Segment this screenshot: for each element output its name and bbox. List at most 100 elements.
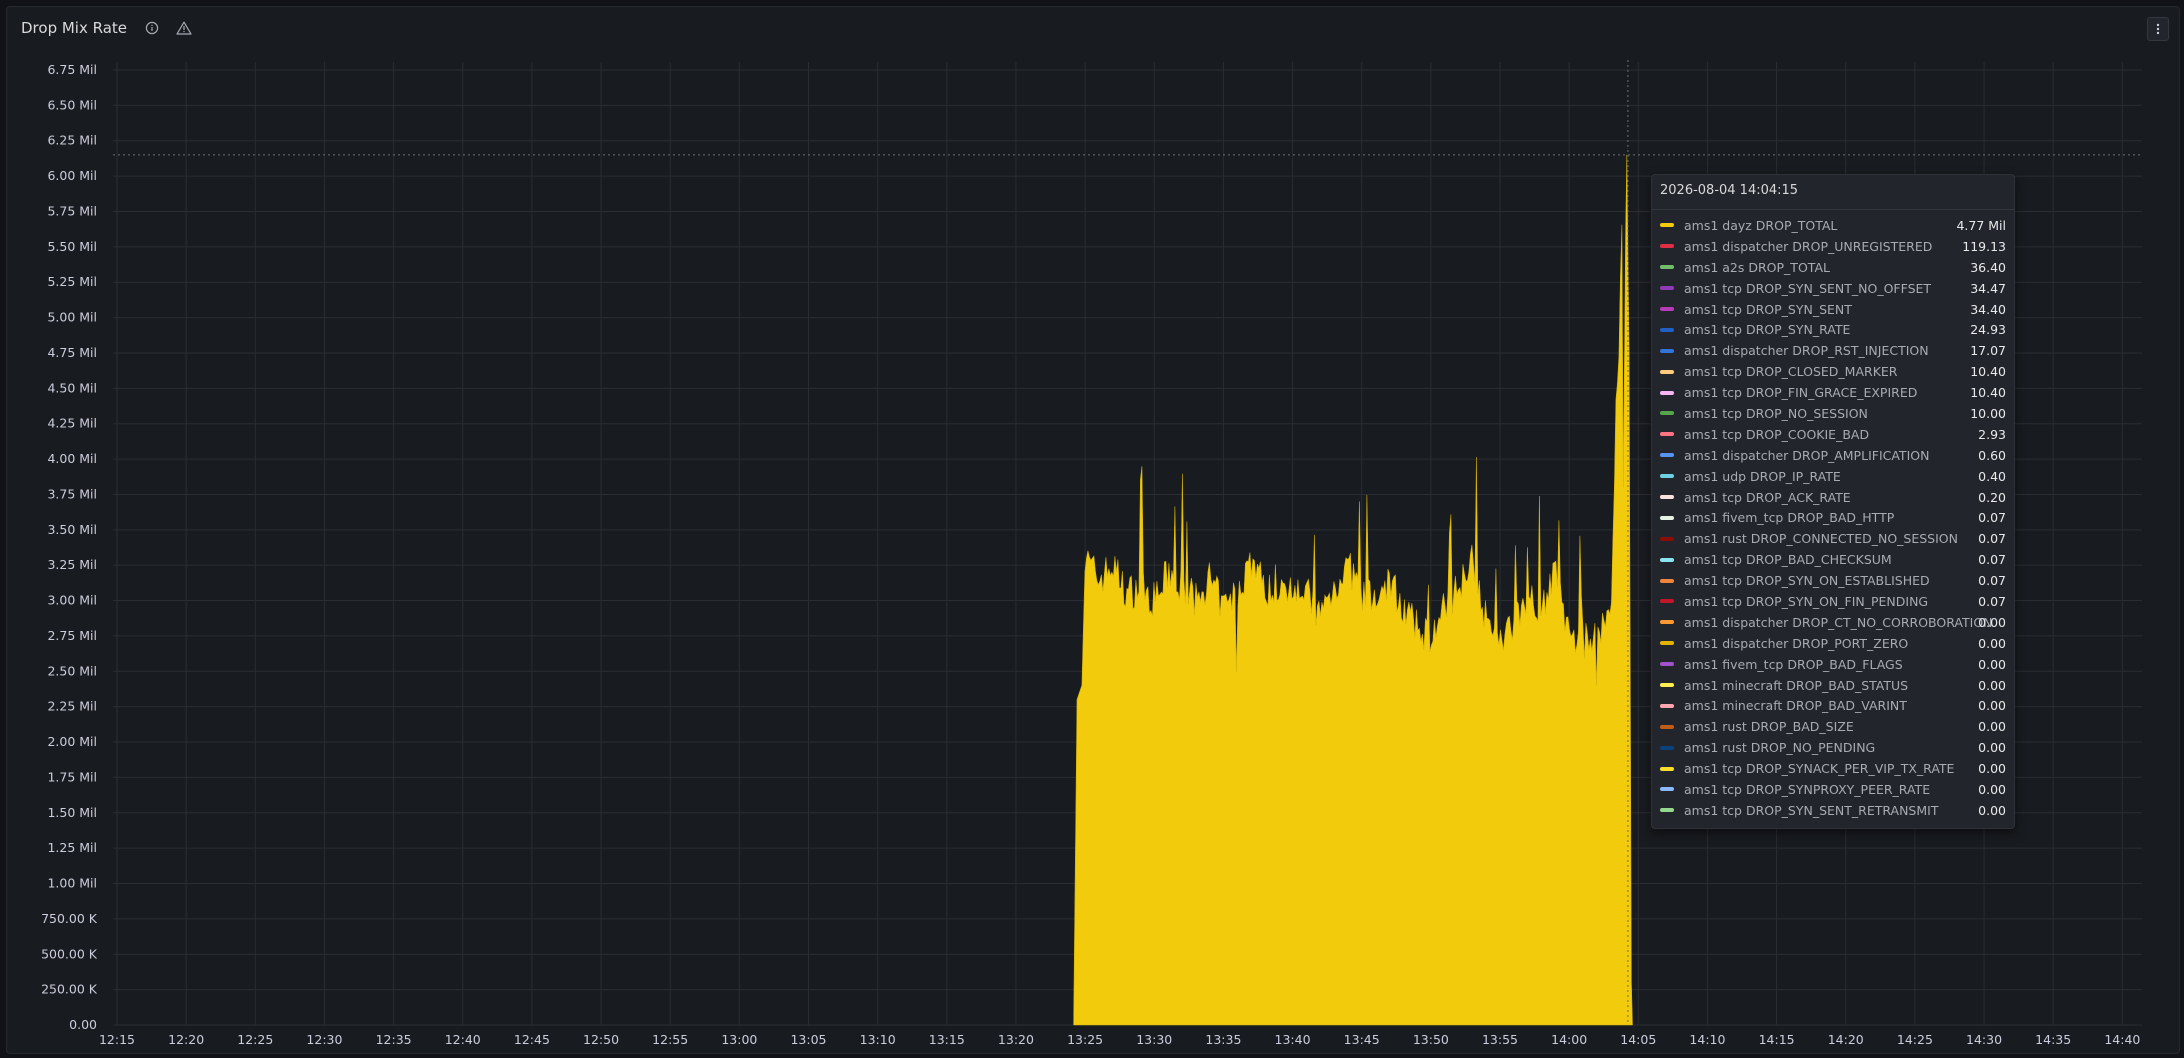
warning-icon[interactable] bbox=[175, 19, 193, 37]
tooltip-series-value: 34.47 bbox=[1970, 280, 2006, 296]
series-color-swatch bbox=[1660, 808, 1674, 813]
drop-mix-rate-panel: 0.00 250.00 K 500.00 K 750.00 K 1.00 Mil 1.25… bbox=[6, 6, 2180, 1054]
x-tick-label: 13:40 bbox=[1275, 1032, 1311, 1047]
tooltip-series-name: ams1 tcp DROP_ACK_RATE bbox=[1684, 489, 1851, 505]
tooltip-series-value: 17.07 bbox=[1970, 343, 2006, 359]
tooltip-row: ams1 tcp DROP_BAD_CHECKSUM 0.07 bbox=[1652, 549, 2014, 570]
tooltip-row: ams1 tcp DROP_CLOSED_MARKER 10.40 bbox=[1652, 361, 2014, 382]
x-tick-label: 14:00 bbox=[1551, 1032, 1587, 1047]
x-tick-label: 13:50 bbox=[1413, 1032, 1449, 1047]
tooltip-rows: ams1 dayz DROP_TOTAL 4.77 Mil ams1 dispatc… bbox=[1652, 215, 2014, 821]
tooltip-row: ams1 tcp DROP_SYN_ON_FIN_PENDING 0.07 bbox=[1652, 591, 2014, 612]
tooltip-row: ams1 tcp DROP_SYN_SENT_NO_OFFSET 34.47 bbox=[1652, 278, 2014, 299]
y-tick-label: 3.75 Mil bbox=[47, 486, 97, 501]
tooltip-divider bbox=[1652, 209, 2014, 210]
tooltip-row: ams1 dispatcher DROP_UNREGISTERED 119.13 bbox=[1652, 236, 2014, 257]
series-color-swatch bbox=[1660, 787, 1674, 792]
tooltip-series-name: ams1 tcp DROP_CLOSED_MARKER bbox=[1684, 364, 1898, 380]
tooltip-series-name: ams1 dispatcher DROP_CT_NO_CORROBORATION bbox=[1684, 614, 1993, 630]
tooltip-series-value: 0.07 bbox=[1978, 531, 2006, 547]
tooltip-series-name: ams1 tcp DROP_SYN_SENT bbox=[1684, 301, 1852, 317]
tooltip-row: ams1 tcp DROP_FIN_GRACE_EXPIRED 10.40 bbox=[1652, 382, 2014, 403]
series-color-swatch bbox=[1660, 307, 1674, 311]
tooltip-row: ams1 rust DROP_NO_PENDING 0.00 bbox=[1652, 737, 2014, 758]
x-tick-label: 14:40 bbox=[2104, 1032, 2140, 1047]
series-color-swatch bbox=[1660, 515, 1674, 520]
series-color-swatch bbox=[1660, 495, 1674, 500]
tooltip-series-value: 0.00 bbox=[1978, 698, 2006, 714]
y-tick-label: 2.50 Mil bbox=[47, 663, 97, 678]
x-tick-label: 12:25 bbox=[237, 1032, 273, 1047]
tooltip-series-name: ams1 tcp DROP_NO_SESSION bbox=[1684, 405, 1868, 421]
tooltip-series-value: 119.13 bbox=[1962, 238, 2006, 254]
tooltip-series-value: 0.20 bbox=[1978, 489, 2006, 505]
tooltip-series-value: 24.93 bbox=[1970, 322, 2006, 338]
tooltip-row: ams1 dayz DROP_TOTAL 4.77 Mil bbox=[1652, 215, 2014, 236]
series-color-swatch bbox=[1660, 474, 1674, 479]
x-tick-label: 12:20 bbox=[168, 1032, 204, 1047]
series-color-swatch bbox=[1660, 223, 1674, 228]
series-color-swatch bbox=[1660, 244, 1674, 249]
tooltip-series-value: 10.40 bbox=[1970, 385, 2006, 401]
tooltip-series-value: 0.00 bbox=[1978, 781, 2006, 797]
series-color-swatch bbox=[1660, 766, 1674, 771]
x-tick-label: 14:25 bbox=[1897, 1032, 1933, 1047]
series-color-swatch bbox=[1660, 348, 1674, 353]
tooltip-row: ams1 tcp DROP_COOKIE_BAD 2.93 bbox=[1652, 424, 2014, 445]
panel-title[interactable]: Drop Mix Rate bbox=[21, 19, 127, 37]
tooltip-series-name: ams1 tcp DROP_SYN_ON_ESTABLISHED bbox=[1684, 573, 1930, 589]
tooltip-series-value: 0.07 bbox=[1978, 593, 2006, 609]
tooltip-row: ams1 tcp DROP_NO_SESSION 10.00 bbox=[1652, 403, 2014, 424]
x-tick-label: 13:55 bbox=[1482, 1032, 1518, 1047]
series-color-swatch bbox=[1660, 536, 1674, 541]
tooltip-row: ams1 tcp DROP_SYN_SENT 34.40 bbox=[1652, 299, 2014, 320]
tooltip-row: ams1 rust DROP_BAD_SIZE 0.00 bbox=[1652, 716, 2014, 737]
panel-menu-button[interactable] bbox=[2147, 17, 2169, 41]
tooltip-series-name: ams1 tcp DROP_SYN_RATE bbox=[1684, 322, 1851, 338]
x-tick-label: 14:35 bbox=[2035, 1032, 2071, 1047]
y-tick-label: 4.00 Mil bbox=[47, 451, 97, 466]
series-color-swatch bbox=[1660, 432, 1674, 437]
x-tick-label: 13:30 bbox=[1136, 1032, 1172, 1047]
x-tick-label: 13:35 bbox=[1205, 1032, 1241, 1047]
y-tick-label: 0.00 bbox=[69, 1017, 97, 1032]
tooltip-series-name: ams1 fivem_tcp DROP_BAD_FLAGS bbox=[1684, 656, 1903, 672]
tooltip-timestamp: 2026-08-04 14:04:15 bbox=[1660, 183, 1799, 198]
series-area-ams1-dayz-drop-total bbox=[1073, 154, 1633, 1026]
y-tick-label: 5.75 Mil bbox=[47, 203, 97, 218]
tooltip-series-name: ams1 tcp DROP_FIN_GRACE_EXPIRED bbox=[1684, 385, 1918, 401]
tooltip-series-value: 4.77 Mil bbox=[1956, 217, 2006, 233]
y-tick-label: 1.25 Mil bbox=[47, 840, 97, 855]
tooltip-row: ams1 tcp DROP_SYNACK_PER_VIP_TX_RATE 0.00 bbox=[1652, 758, 2014, 779]
tooltip-series-name: ams1 tcp DROP_SYN_ON_FIN_PENDING bbox=[1684, 593, 1929, 609]
series-color-swatch bbox=[1660, 369, 1674, 374]
tooltip-row: ams1 udp DROP_IP_RATE 0.40 bbox=[1652, 466, 2014, 487]
x-tick-label: 12:30 bbox=[306, 1032, 342, 1047]
tooltip-series-name: ams1 minecraft DROP_BAD_VARINT bbox=[1684, 698, 1907, 714]
y-tick-label: 1.50 Mil bbox=[47, 805, 97, 820]
y-tick-label: 5.50 Mil bbox=[47, 239, 97, 254]
tooltip-series-name: ams1 tcp DROP_COOKIE_BAD bbox=[1684, 426, 1870, 442]
tooltip-series-name: ams1 dispatcher DROP_UNREGISTERED bbox=[1684, 238, 1933, 254]
y-tick-label: 6.50 Mil bbox=[47, 97, 97, 112]
x-tick-label: 12:55 bbox=[652, 1032, 688, 1047]
y-tick-label: 2.00 Mil bbox=[47, 734, 97, 749]
series-color-swatch bbox=[1660, 703, 1674, 708]
y-tick-label: 1.75 Mil bbox=[47, 769, 97, 784]
tooltip-series-value: 0.07 bbox=[1978, 510, 2006, 526]
x-tick-label: 14:15 bbox=[1759, 1032, 1795, 1047]
tooltip-row: ams1 tcp DROP_SYN_SENT_RETRANSMIT 0.00 bbox=[1652, 800, 2014, 821]
tooltip-row: ams1 minecraft DROP_BAD_VARINT 0.00 bbox=[1652, 695, 2014, 716]
info-icon[interactable] bbox=[143, 19, 161, 37]
y-tick-label: 750.00 K bbox=[41, 911, 98, 926]
series-color-swatch bbox=[1660, 662, 1674, 667]
tooltip-series-name: ams1 dispatcher DROP_RST_INJECTION bbox=[1684, 343, 1929, 359]
x-tick-label: 12:15 bbox=[99, 1032, 135, 1047]
tooltip-series-value: 0.07 bbox=[1978, 573, 2006, 589]
series-color-swatch bbox=[1660, 745, 1674, 750]
tooltip-series-name: ams1 dispatcher DROP_AMPLIFICATION bbox=[1684, 447, 1930, 463]
y-tick-label: 5.00 Mil bbox=[47, 310, 97, 325]
series-color-swatch bbox=[1660, 265, 1674, 270]
y-tick-label: 4.50 Mil bbox=[47, 380, 97, 395]
tooltip-series-name: ams1 tcp DROP_BAD_CHECKSUM bbox=[1684, 552, 1892, 568]
